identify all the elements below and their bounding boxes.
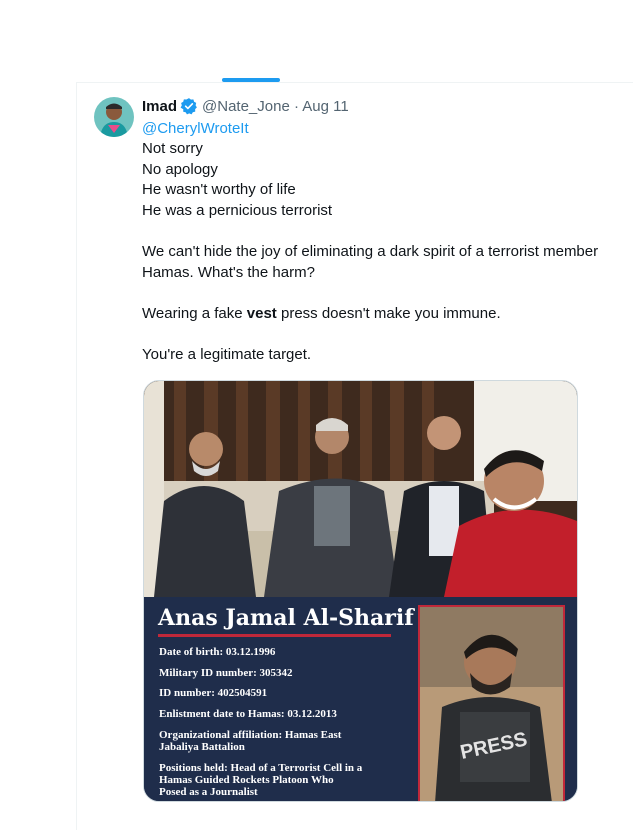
tweet-paragraph-part: Wearing a fake	[142, 304, 247, 322]
tweet-line: No apology	[142, 160, 218, 178]
tweet-bold-word: vest	[246, 304, 277, 322]
tweet-media-image[interactable]: Anas Jamal Al-Sharif Date of birth: 03.1…	[143, 380, 578, 802]
group-photo	[144, 381, 577, 597]
card-positions: Positions held: Head of a Terrorist Cell…	[159, 762, 363, 798]
tweet-header: Imad @Nate_Jone · Aug 11	[142, 96, 349, 116]
author-handle-date[interactable]: @Nate_Jone · Aug 11	[202, 98, 349, 115]
card-name: Anas Jamal Al-Sharif	[158, 605, 414, 631]
profile-card: Anas Jamal Al-Sharif Date of birth: 03.1…	[144, 597, 577, 801]
card-dob: Date of birth: 03.12.1996	[159, 646, 276, 658]
tweet-paragraph: We can't hide the joy of eliminating a d…	[142, 242, 603, 281]
column-border	[76, 82, 77, 830]
card-id-number: ID number: 402504591	[159, 687, 268, 699]
timeline-divider	[76, 82, 633, 83]
active-tab-indicator	[222, 78, 280, 82]
reply-to-mention[interactable]: @CherylWroteIt	[142, 120, 249, 137]
tweet-line: He wasn't worthy of life	[142, 181, 296, 199]
tweet-paragraph: You're a legitimate target.	[142, 345, 312, 363]
tweet-line: He was a pernicious terrorist	[142, 201, 333, 219]
verified-badge-icon	[180, 98, 197, 115]
tweet-text: Not sorry No apology He wasn't worthy of…	[142, 139, 633, 366]
tweet-paragraph-part: press doesn't make you immune.	[276, 304, 501, 322]
author-name[interactable]: Imad	[142, 98, 177, 115]
card-affiliation: Organizational affiliation: Hamas East J…	[159, 729, 342, 753]
card-portrait: PRESS	[418, 605, 565, 801]
card-divider	[158, 634, 391, 637]
avatar[interactable]	[94, 97, 134, 137]
card-enlistment: Enlistment date to Hamas: 03.12.2013	[159, 708, 337, 720]
tweet-line: Not sorry	[142, 140, 203, 157]
card-military-id: Military ID number: 305342	[159, 667, 293, 679]
